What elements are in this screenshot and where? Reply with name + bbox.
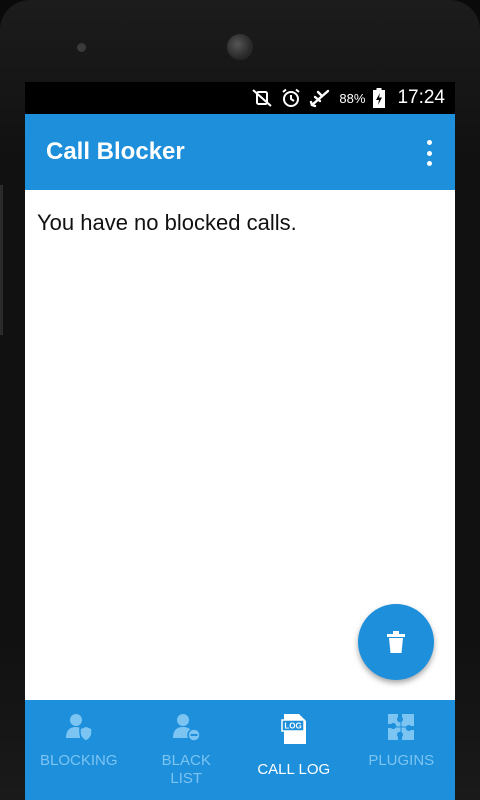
user-minus-icon — [173, 714, 201, 742]
shield-user-icon — [65, 714, 93, 742]
airplane-icon — [310, 89, 330, 108]
status-icons: 88% 17:24 — [251, 82, 445, 114]
app-bar: Call Blocker — [25, 114, 455, 190]
alarm-icon — [282, 88, 301, 107]
nav-item-call-log[interactable]: LOG CALL LOG — [240, 700, 348, 800]
nav-label-blocking: BLOCKING — [39, 752, 118, 769]
puzzle-icon — [388, 714, 415, 740]
app-title: Call Blocker — [46, 138, 185, 165]
delete-all-fab[interactable] — [358, 604, 434, 680]
battery-charging-icon — [373, 88, 386, 108]
status-bar: 88% 17:24 — [25, 82, 455, 114]
screen: 88% 17:24 Call Blocker You have no block… — [25, 82, 455, 800]
menu-dot — [426, 140, 432, 145]
nav-label-call-log: CALL LOG — [257, 761, 331, 778]
trash-icon — [387, 631, 405, 653]
menu-dot — [426, 150, 432, 156]
side-button — [0, 185, 3, 335]
speaker-dot — [77, 43, 86, 52]
nav-label-plugins: PLUGINS — [368, 752, 435, 769]
log-file-icon: LOG — [281, 714, 306, 744]
bottom-navigation: BLOCKING BLACK LIST LOG CALL LOG PLUGINS — [25, 700, 455, 800]
nav-item-black-list[interactable]: BLACK LIST — [133, 700, 241, 800]
phone-frame: 88% 17:24 Call Blocker You have no block… — [0, 0, 480, 800]
empty-state-message: You have no blocked calls. — [37, 210, 297, 235]
vibrate-off-icon — [252, 89, 273, 107]
nav-item-plugins[interactable]: PLUGINS — [348, 700, 456, 800]
battery-percentage: 88% — [339, 90, 366, 106]
front-camera — [227, 34, 253, 60]
nav-label-black-list: BLACK LIST — [161, 752, 211, 787]
more-vert-icon[interactable] — [423, 140, 435, 166]
menu-dot — [426, 161, 432, 166]
status-clock: 17:24 — [397, 87, 445, 108]
svg-text:LOG: LOG — [284, 722, 301, 731]
nav-item-blocking[interactable]: BLOCKING — [25, 700, 133, 800]
